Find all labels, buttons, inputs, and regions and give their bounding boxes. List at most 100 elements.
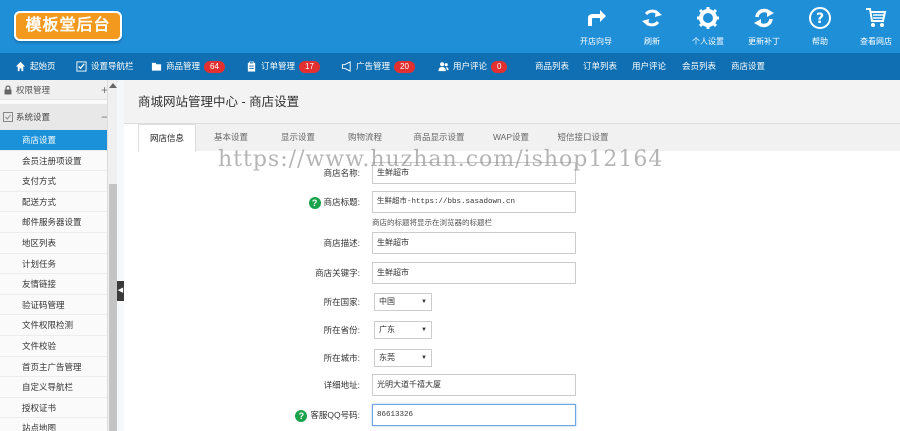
tab-basic[interactable]: 基本设置 [200,124,262,151]
toolbar-button-profile[interactable]: 个人设置 [680,6,736,47]
nav-settings-navbar[interactable]: 设置导航栏 [76,53,134,80]
form-row-city: 所在城市: [124,347,360,369]
scrollbar-thumb[interactable] [109,184,117,431]
orders-count-badge: 17 [299,60,320,73]
sidebar-item-home-ads[interactable]: 首页主广告管理 [0,356,116,378]
refresh-icon [642,9,662,27]
form-row-shop-keywords: 商店关键字: [124,262,360,284]
qq-label-wrap: ? 客服QQ号码: [295,404,360,426]
province-label: 所在省份: [323,325,360,335]
qq-label: 客服QQ号码: [310,410,360,420]
province-value: 广东 [379,325,395,334]
nav-quick-order-list[interactable]: 订单列表 [583,53,617,80]
nav-quick-shop-settings[interactable]: 商店设置 [731,53,765,80]
dropdown-arrow-icon: ▼ [421,327,427,333]
nav-orders[interactable]: 订单管理 17 [246,53,320,80]
lock-icon [4,85,12,95]
sidebar: 权限管理 + 系统设置 − 商店设置 会员注册项设置 支付方式 配送方式 邮件服… [0,80,117,431]
form-row-shop-title: ? 商店标题: [124,191,360,213]
toolbar-button-wizard[interactable]: 开店向导 [568,6,624,47]
tab-display[interactable]: 显示设置 [266,124,330,151]
dropdown-arrow-icon: ▼ [421,299,427,305]
svg-text:?: ? [816,11,824,27]
folder-icon [151,63,162,71]
nav-label: 商品管理 [166,61,201,71]
toolbar-button-refresh[interactable]: 刷新 [624,6,680,47]
toolbar-button-update[interactable]: 更新补丁 [736,6,792,47]
tab-checkout[interactable]: 购物流程 [332,124,398,151]
city-select[interactable]: 东莞 ▼ [374,349,432,367]
page-title: 商城网站管理中心 - 商店设置 [124,80,900,124]
gear-icon [697,7,719,29]
qq-input[interactable]: 86613326 [372,404,576,426]
toolbar-label: 查看网店 [860,37,892,46]
users-icon [438,62,449,72]
sidebar-item-cron[interactable]: 计划任务 [0,253,116,275]
forward-arrow-icon [588,10,606,26]
shop-title-input[interactable]: 生鲜超市-https://bbs.sasadown.cn [372,191,576,213]
sidebar-item-friend-links[interactable]: 友情链接 [0,274,116,295]
sidebar-item-file-check[interactable]: 文件校验 [0,335,116,357]
toolbar-label: 个人设置 [692,37,724,46]
sidebar-scrollbar[interactable] [107,80,117,431]
sidebar-item-file-permissions[interactable]: 文件权限检测 [0,315,116,336]
toolbar-button-help[interactable]: ? 帮助 [792,6,848,47]
address-input[interactable]: 光明大道千禧大厦 [372,374,576,396]
sidebar-item-license[interactable]: 授权证书 [0,397,116,419]
form-row-address: 详细地址: [124,374,360,396]
nav-quick-comments[interactable]: 用户评论 [632,53,666,80]
megaphone-icon [341,61,351,73]
goods-count-badge: 64 [204,60,225,73]
tab-sms[interactable]: 短信接口设置 [544,124,622,151]
nav-ads[interactable]: 广告管理 20 [341,53,415,80]
city-label: 所在城市: [323,353,360,363]
nav-quick-members[interactable]: 会员列表 [682,53,716,80]
sidebar-item-shipping[interactable]: 配送方式 [0,191,116,213]
scroll-up-arrow-icon[interactable] [109,83,117,88]
sidebar-toggle-button[interactable]: ◀ [117,281,124,301]
toolbar-label: 更新补丁 [748,37,780,46]
checkbox-icon [76,61,87,72]
sidebar-group-system[interactable]: 系统设置 − [0,104,116,130]
shop-desc-input[interactable]: 生鲜超市 [372,232,576,254]
form-row-shop-name: 商店名称: [124,162,360,184]
logo[interactable]: 模板堂后台 [14,11,122,41]
sidebar-group-label: 权限管理 [16,85,51,95]
sidebar-item-custom-nav[interactable]: 自定义导航栏 [0,377,116,398]
help-icon[interactable]: ? [308,196,321,209]
tab-wap[interactable]: WAP设置 [482,124,540,151]
shop-keywords-input[interactable]: 生鲜超市 [372,262,576,284]
sidebar-item-sitemap[interactable]: 站点地图 [0,418,116,431]
main-content: 商城网站管理中心 - 商店设置 网店信息 基本设置 显示设置 购物流程 商品显示… [124,80,900,431]
nav-label: 广告管理 [356,61,391,71]
tab-goods-display[interactable]: 商品显示设置 [400,124,478,151]
nav-comments[interactable]: 用户评论 0 [438,53,508,80]
dropdown-arrow-icon: ▼ [421,355,427,361]
nav-quick-goods-list[interactable]: 商品列表 [535,53,569,80]
tab-shop-info[interactable]: 网店信息 [138,124,196,152]
sidebar-item-regions[interactable]: 地区列表 [0,232,116,254]
sidebar-group-permissions[interactable]: 权限管理 + [0,80,116,100]
sidebar-item-payment[interactable]: 支付方式 [0,171,116,192]
form-row-country: 所在国家: [124,291,360,313]
nav-home[interactable]: 起始页 [15,53,56,80]
help-icon[interactable]: ? [295,409,308,422]
shop-name-input[interactable]: 生鲜超市 [372,162,576,184]
form-row-province: 所在省份: [124,319,360,341]
help-circle-icon: ? [809,7,831,29]
province-select[interactable]: 广东 ▼ [374,321,432,339]
form-row-shop-desc: 商店描述: [124,232,360,254]
country-select[interactable]: 中国 ▼ [374,293,432,311]
shop-title-hint: 商店的标题将显示在浏览器的标题栏 [372,218,492,227]
sidebar-item-captcha[interactable]: 验证码管理 [0,294,116,316]
city-value: 东莞 [379,353,395,362]
sidebar-item-register-fields[interactable]: 会员注册项设置 [0,150,116,172]
sidebar-item-shop-settings[interactable]: 商店设置 [0,130,116,151]
country-label: 所在国家: [323,297,360,307]
nav-goods[interactable]: 商品管理 64 [151,53,225,80]
shop-desc-label: 商店描述: [323,238,360,248]
toolbar-button-view-shop[interactable]: 查看网店 [848,6,900,47]
shop-title-label: 商店标题: [323,197,360,207]
sidebar-item-mail-server[interactable]: 邮件服务器设置 [0,212,116,233]
form-row-qq: ? 客服QQ号码: [124,404,360,426]
